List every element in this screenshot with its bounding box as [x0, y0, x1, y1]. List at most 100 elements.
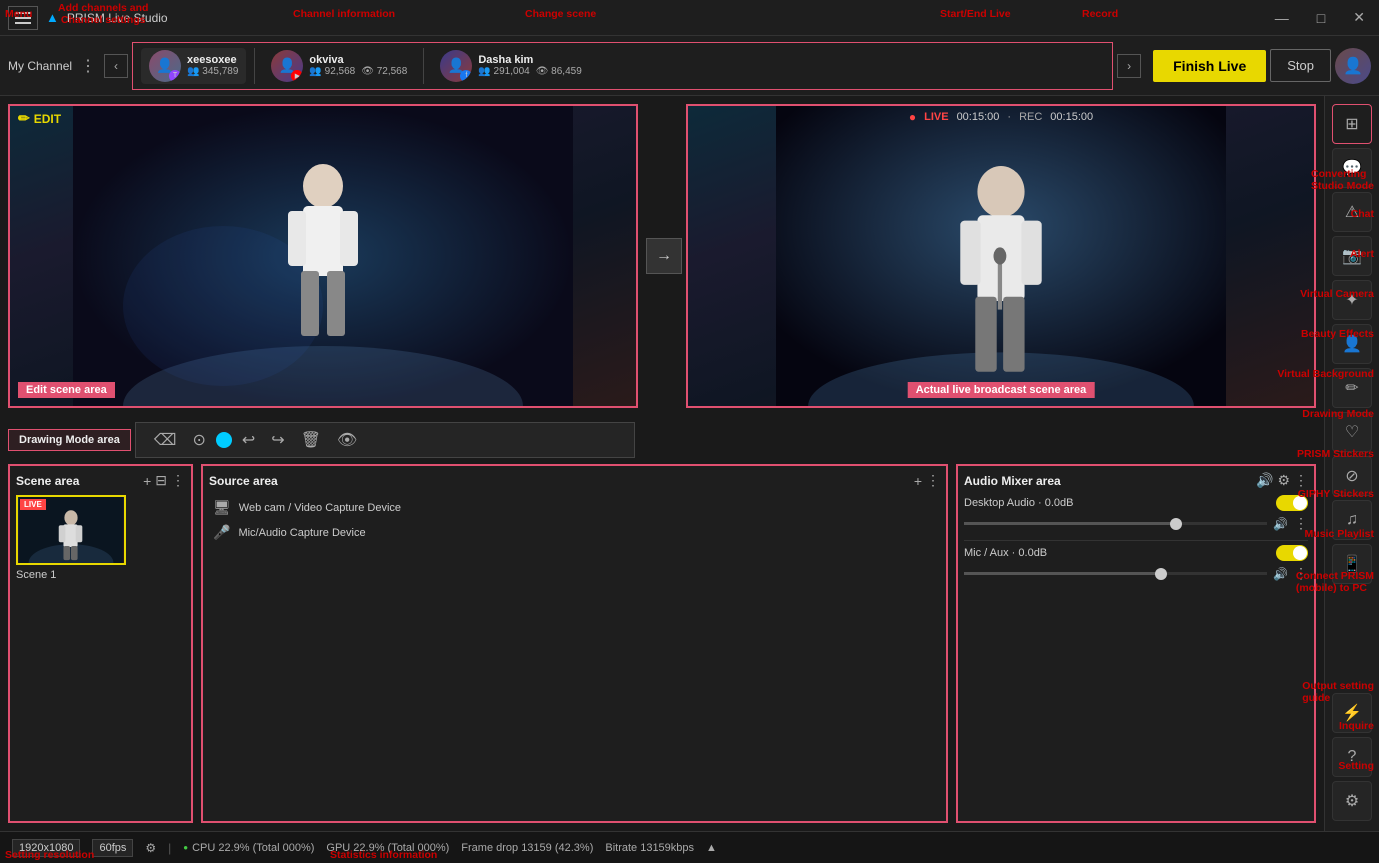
facebook-badge: f [460, 70, 472, 82]
source-item-mic[interactable]: 🎤 Mic/Audio Capture Device [209, 520, 940, 545]
edit-icon: ✏ [18, 110, 30, 127]
rec-separator: · [1007, 111, 1011, 123]
channel-item-xeesoxee[interactable]: 👤 T xeesoxee 👥 345,789 [141, 48, 246, 84]
youtube-badge: ▶ [291, 70, 303, 82]
channel-next-button[interactable]: › [1117, 54, 1141, 78]
desktop-audio-options[interactable]: ⋮ [1294, 515, 1308, 532]
mic-audio-mute[interactable]: 🔊 [1273, 567, 1288, 581]
desktop-slider-fill [964, 522, 1176, 525]
eye-button[interactable]: 👁 [331, 428, 363, 452]
source-more-button[interactable]: ⋮ [926, 472, 940, 489]
scene-name-1: Scene 1 [16, 569, 185, 581]
desktop-audio-mute[interactable]: 🔊 [1273, 517, 1288, 531]
giphy-stickers-button[interactable]: ⊘ [1332, 456, 1372, 496]
minimize-button[interactable]: — [1269, 8, 1295, 28]
settings-button[interactable]: ⚙ [1332, 781, 1372, 821]
chat-button[interactable]: 💬 [1332, 148, 1372, 188]
user-avatar[interactable]: 👤 [1335, 48, 1371, 84]
desktop-audio-slider[interactable] [964, 522, 1267, 525]
scene-more-button[interactable]: ⋮ [171, 472, 185, 489]
mic-slider-fill [964, 572, 1161, 575]
audio-more-button[interactable]: ⋮ [1294, 472, 1308, 489]
live-performer-svg [688, 106, 1314, 406]
output-setting-button[interactable]: ⚡ [1332, 693, 1372, 733]
desktop-audio-label: Desktop Audio · 0.0dB [964, 497, 1073, 509]
prism-stickers-button[interactable]: ♡ [1332, 412, 1372, 452]
stats-chevron[interactable]: ▲ [706, 842, 717, 854]
mic-aux-toggle[interactable] [1276, 545, 1308, 561]
center-area: ✏ EDIT [0, 96, 1324, 831]
maximize-button[interactable]: □ [1311, 8, 1331, 28]
drawing-mode-button[interactable]: ✏ [1332, 368, 1372, 408]
mic-audio-slider[interactable] [964, 572, 1267, 575]
channel-bar: My Channel ⋮ ‹ 👤 T xeesoxee 👥 345,789 👤 … [0, 36, 1379, 96]
scene-add-button[interactable]: + [143, 473, 151, 489]
source-name-webcam: Web cam / Video Capture Device [239, 502, 401, 514]
beauty-effects-button[interactable]: ✦ [1332, 280, 1372, 320]
menu-button[interactable] [8, 6, 38, 30]
live-dot: ● [909, 110, 916, 124]
circle-tool-button[interactable]: ⊙ [186, 428, 211, 452]
fps-button[interactable]: 60fps [92, 839, 133, 857]
my-channel-label: My Channel [8, 59, 72, 73]
finish-live-button[interactable]: Finish Live [1153, 50, 1266, 82]
drawing-mode-label: Drawing Mode area [8, 429, 131, 451]
virtual-background-button[interactable]: 👤 [1332, 324, 1372, 364]
edit-panel-header: ✏ EDIT [10, 106, 636, 131]
source-add-button[interactable]: + [914, 473, 922, 489]
rec-timer: 00:15:00 [1050, 111, 1093, 123]
virtual-camera-button[interactable]: 📷 [1332, 236, 1372, 276]
title-bar-controls: — □ ✕ [1269, 7, 1371, 28]
main-content: ✏ EDIT [0, 96, 1379, 831]
source-item-webcam[interactable]: 🖥 Web cam / Video Capture Device [209, 495, 940, 520]
edit-scene-preview [10, 106, 636, 406]
channel-name-xeesoxee: xeesoxee [187, 54, 238, 66]
scene-area-header: Scene area + ⊟ ⋮ [16, 472, 185, 489]
audio-speaker-button[interactable]: 🔊 [1256, 472, 1273, 489]
performer-svg [10, 106, 636, 406]
scene-area-panel: Scene area + ⊟ ⋮ LIVE [8, 464, 193, 823]
edit-scene-panel: ✏ EDIT [8, 104, 638, 408]
resolution-button[interactable]: 1920x1080 [12, 839, 80, 857]
live-badge: LIVE [924, 111, 948, 123]
live-scene-preview [688, 106, 1314, 406]
channels-list: 👤 T xeesoxee 👥 345,789 👤 ▶ okviva 👥 92,5 [132, 42, 1113, 90]
mic-aux-label: Mic / Aux · 0.0dB [964, 547, 1047, 559]
stop-button[interactable]: Stop [1270, 49, 1331, 82]
live-panel-header: ● LIVE 00:15:00 · REC 00:15:00 [688, 106, 1314, 128]
channel-item-dasha[interactable]: 👤 f Dasha kim 👥 291,004 👁 86,459 [432, 48, 589, 84]
scene-area-title: Scene area [16, 474, 79, 488]
channel-item-okviva[interactable]: 👤 ▶ okviva 👥 92,568 👁 72,568 [263, 48, 415, 84]
broadcast-area-label: Actual live broadcast scene area [908, 382, 1095, 398]
channel-prev-button[interactable]: ‹ [104, 54, 128, 78]
undo-button[interactable]: ↩ [236, 428, 261, 452]
redo-button[interactable]: ↪ [265, 428, 290, 452]
twitch-badge: T [169, 70, 181, 82]
channel-avatar-dasha: 👤 f [440, 50, 472, 82]
cpu-status-dot: ● [183, 843, 188, 852]
transition-arrow-button[interactable]: → [646, 238, 682, 274]
converting-studio-button[interactable]: ⊞ [1332, 104, 1372, 144]
close-button[interactable]: ✕ [1347, 7, 1371, 28]
eraser-tool-button[interactable]: ⌫ [148, 428, 183, 452]
music-playlist-button[interactable]: ♫ [1332, 500, 1372, 540]
scene-thumbnail-1[interactable]: LIVE [16, 495, 126, 565]
alert-button[interactable]: ⚠ [1332, 192, 1372, 232]
desktop-audio-toggle[interactable] [1276, 495, 1308, 511]
source-area-title: Source area [209, 474, 278, 488]
audio-settings-button[interactable]: ⚙ [1277, 472, 1290, 489]
resolution-settings-icon[interactable]: ⚙ [145, 841, 156, 855]
mic-slider-thumb [1155, 568, 1167, 580]
inquire-button[interactable]: ? [1332, 737, 1372, 777]
app-logo: ▲ [46, 10, 59, 25]
audio-mixer-panel: Audio Mixer area 🔊 ⚙ ⋮ Desktop Audio · 0… [956, 464, 1316, 823]
connect-prism-button[interactable]: 📱 [1332, 544, 1372, 584]
mic-audio-options[interactable]: ⋮ [1294, 565, 1308, 582]
status-bar: 1920x1080 60fps ⚙ | ● CPU 22.9% (Total 0… [0, 831, 1379, 863]
scene-filter-button[interactable]: ⊟ [155, 472, 167, 489]
color-picker[interactable] [216, 432, 232, 448]
desktop-slider-thumb [1170, 518, 1182, 530]
drawing-toolbar: ⌫ ⊙ ↩ ↪ 🗑 👁 [135, 422, 635, 458]
trash-button[interactable]: 🗑 [295, 428, 327, 452]
channel-settings-button[interactable]: ⋮ [76, 56, 100, 76]
